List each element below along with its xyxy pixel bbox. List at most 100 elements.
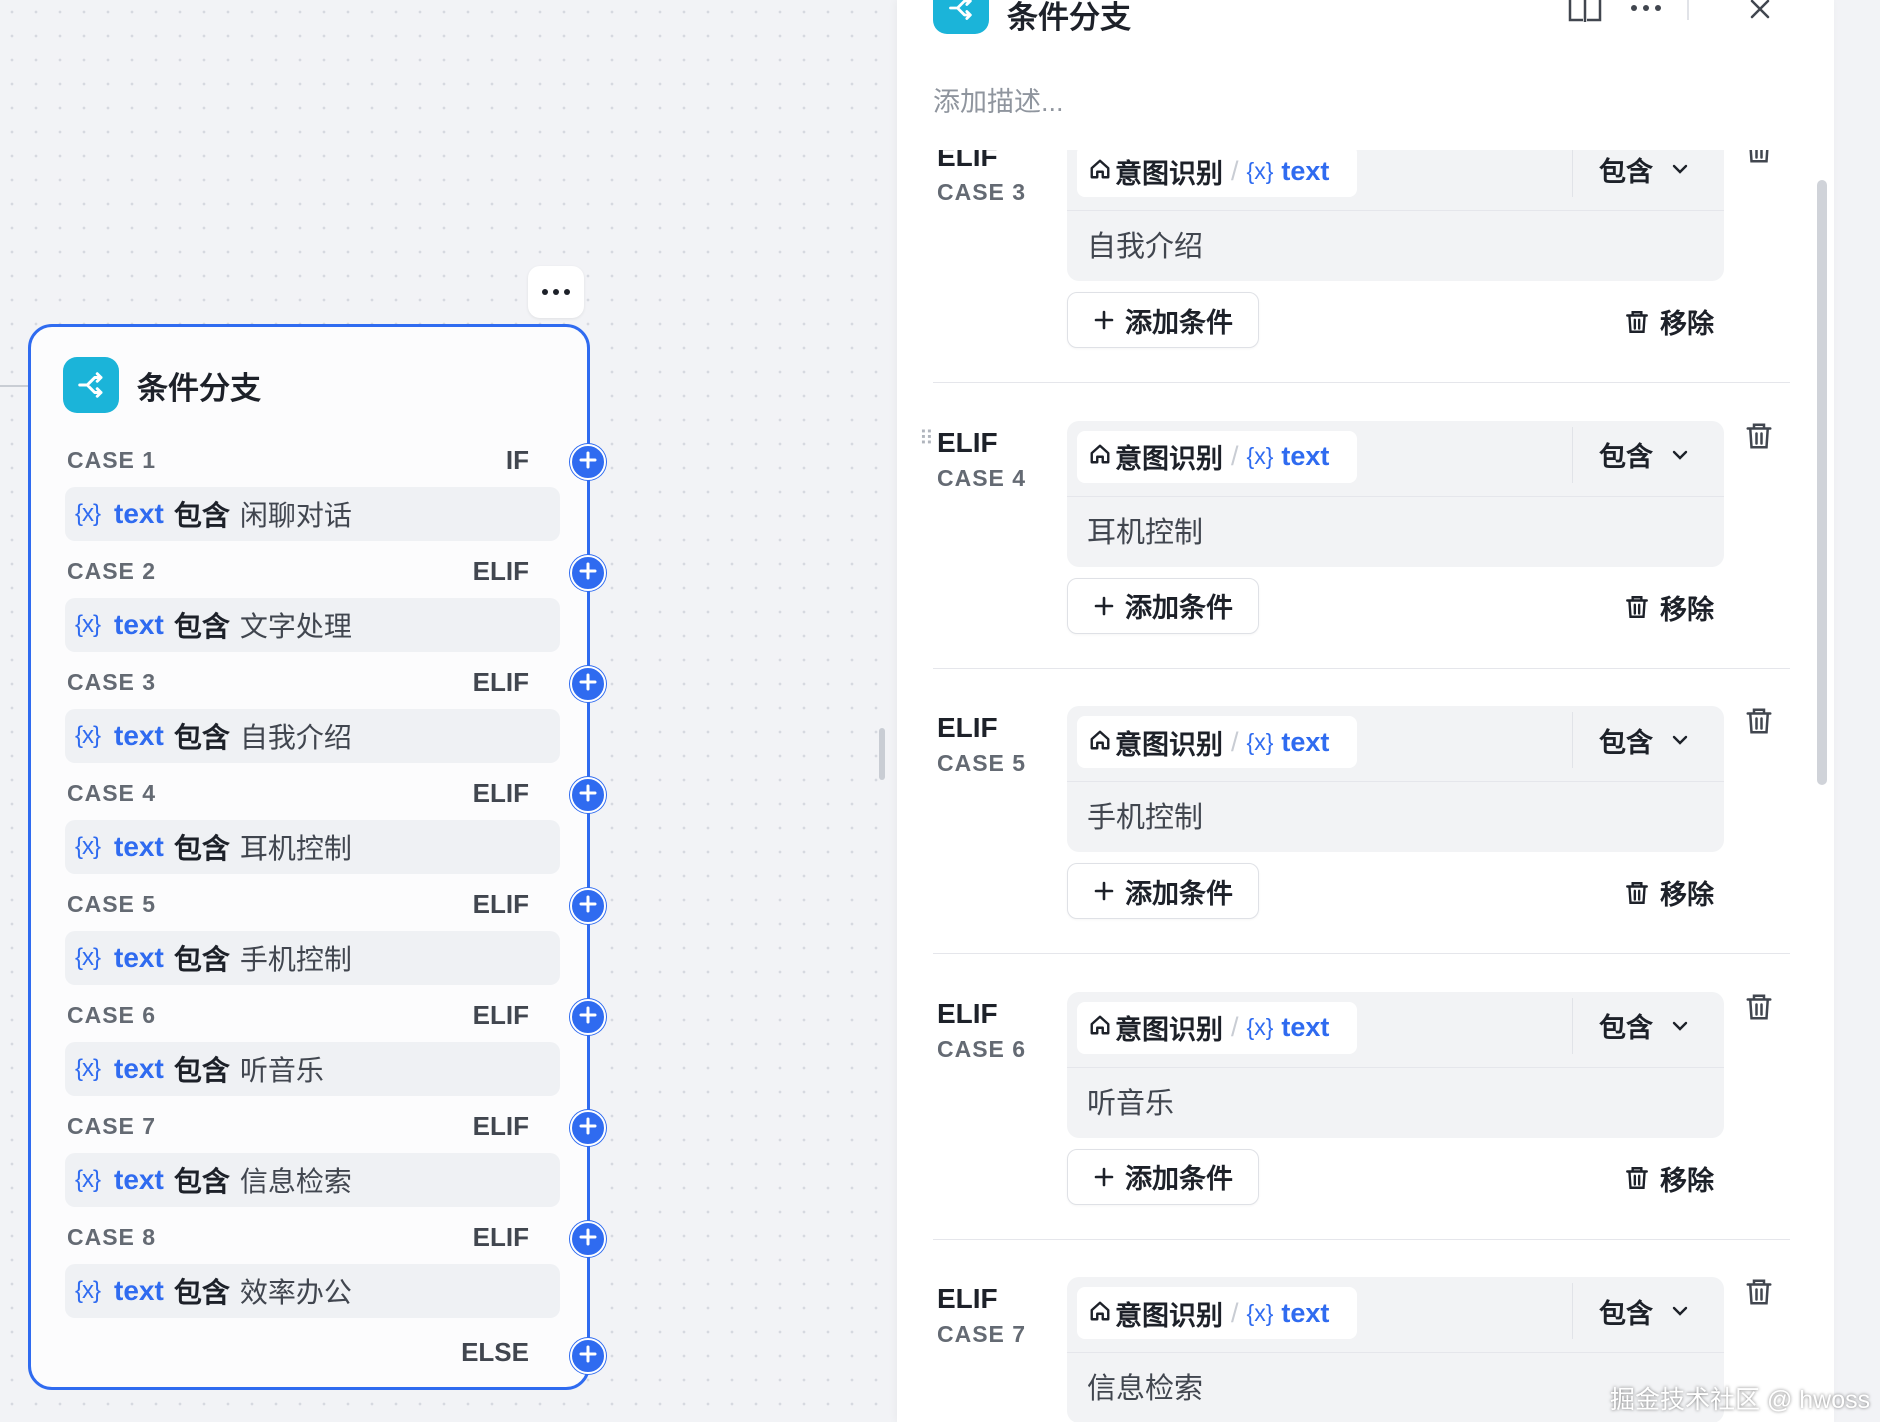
operator-select[interactable]: 包含: [1572, 1283, 1712, 1339]
trash-icon: [1624, 309, 1650, 335]
incoming-edge: [0, 385, 30, 387]
description-input[interactable]: 添加描述...: [933, 80, 1064, 119]
drag-handle[interactable]: ⠿: [919, 429, 934, 449]
remove-case-button[interactable]: 移除: [1624, 588, 1714, 627]
add-condition-label: 添加条件: [1125, 307, 1233, 338]
trash-icon: [1624, 1165, 1650, 1191]
panel-resize-handle[interactable]: [879, 728, 885, 780]
else-label: ELSE: [461, 1337, 529, 1367]
add-condition-label: 添加条件: [1125, 593, 1233, 623]
remove-case-button[interactable]: 移除: [1624, 1159, 1714, 1198]
operator: 包含: [173, 833, 230, 864]
case-label: CASE 1: [67, 447, 157, 473]
operator-select[interactable]: 包含: [1572, 426, 1712, 483]
case-header: CASE 3 ELIF: [67, 663, 537, 703]
source-node-name: 意图识别: [1115, 1015, 1223, 1045]
add-branch-button[interactable]: [570, 1338, 606, 1374]
condition-value-input[interactable]: 耳机控制: [1087, 509, 1203, 551]
more-icon[interactable]: [1630, 0, 1662, 18]
operator: 包含: [173, 944, 230, 975]
card-divider: [1067, 1352, 1724, 1353]
add-branch-button[interactable]: [570, 777, 606, 813]
add-condition-button[interactable]: 添加条件: [1067, 1148, 1259, 1205]
operator: 包含: [173, 500, 230, 531]
condition-summary[interactable]: {x} text 包含 手机控制: [65, 931, 560, 985]
condition-summary[interactable]: {x} text 包含 信息检索: [65, 1153, 560, 1207]
operator-select[interactable]: 包含: [1572, 712, 1712, 768]
add-branch-button[interactable]: [570, 666, 606, 702]
variable-selector[interactable]: 意图识别 / {x} text: [1077, 430, 1357, 483]
remove-case-button[interactable]: 移除: [1624, 873, 1714, 912]
case-label: CASE 4: [937, 464, 1027, 491]
variable-selector[interactable]: 意图识别 / {x} text: [1077, 1001, 1357, 1054]
condition-summary[interactable]: {x} text 包含 自我介绍: [65, 709, 560, 763]
variable-selector[interactable]: 意图识别 / {x} text: [1077, 1287, 1357, 1339]
more-dot-icon: [542, 289, 548, 295]
card-divider: [1067, 210, 1724, 211]
header-divider: [1687, 0, 1689, 20]
case-kind-label: ELIF: [472, 667, 529, 697]
card-divider: [1067, 495, 1724, 497]
condition-summary[interactable]: {x} text 包含 效率办公: [65, 1264, 560, 1318]
close-icon[interactable]: [1749, 0, 1771, 25]
variable-icon: {x}: [75, 1055, 101, 1082]
add-branch-button[interactable]: [570, 1221, 606, 1257]
condition-summary[interactable]: {x} text 包含 听音乐: [65, 1042, 560, 1096]
add-condition-button[interactable]: 添加条件: [1067, 863, 1259, 919]
plus-icon: [579, 1117, 597, 1140]
branch-icon: [933, 0, 989, 34]
remove-label: 移除: [1660, 880, 1714, 910]
node-home-icon: [1089, 156, 1111, 187]
condition-value: 耳机控制: [239, 833, 352, 864]
condition-card: 意图识别 / {x} text 包含耳机控制: [1067, 420, 1724, 567]
chevron-down-icon: [1671, 1020, 1689, 1032]
plus-icon: [579, 895, 597, 918]
scrollbar-thumb[interactable]: [1817, 180, 1827, 785]
variable-icon: {x}: [75, 722, 101, 749]
variable-icon: {x}: [75, 833, 101, 860]
node-more-button[interactable]: [528, 266, 584, 318]
condition-branch-node[interactable]: 条件分支 CASE 1 IF {x} text 包含 闲聊对话 CASE 2 ELIF {x} t…: [28, 324, 590, 1390]
case-kind-label: ELIF: [937, 997, 998, 1029]
trash-icon[interactable]: [1744, 706, 1774, 741]
condition-summary[interactable]: {x} text 包含 文字处理: [65, 598, 560, 652]
condition-value-input[interactable]: 听音乐: [1087, 1080, 1174, 1122]
variable-selector[interactable]: 意图识别 / {x} text: [1077, 145, 1357, 197]
add-branch-button[interactable]: [570, 999, 606, 1035]
add-branch-button[interactable]: [570, 888, 606, 924]
plus-icon: [579, 1228, 597, 1251]
trash-icon: [1624, 594, 1650, 620]
trash-icon[interactable]: [1744, 1277, 1774, 1312]
variable-selector[interactable]: 意图识别 / {x} text: [1077, 716, 1357, 768]
condition-value: 信息检索: [239, 1166, 352, 1197]
remove-label: 移除: [1660, 594, 1714, 625]
add-condition-label: 添加条件: [1125, 878, 1233, 909]
section-divider: [933, 953, 1790, 954]
workflow-canvas[interactable]: 条件分支 CASE 1 IF {x} text 包含 闲聊对话 CASE 2 ELIF {x} t…: [0, 0, 895, 1422]
add-condition-button[interactable]: 添加条件: [1067, 292, 1259, 348]
add-condition-button[interactable]: 添加条件: [1067, 577, 1259, 634]
condition-branch-panel: 条件分支 添加描述... ELIF CASE 3 意图识别 / {x} text 包含 自我介…: [897, 0, 1834, 1422]
variable-icon: {x}: [75, 500, 101, 527]
condition-summary[interactable]: {x} text 包含 闲聊对话: [65, 487, 560, 541]
operator-value: 包含: [1599, 442, 1653, 472]
plus-icon: [579, 673, 597, 696]
trash-icon[interactable]: [1744, 421, 1774, 456]
condition-value-input[interactable]: 手机控制: [1087, 794, 1203, 836]
add-branch-button[interactable]: [570, 555, 606, 591]
remove-case-button[interactable]: 移除: [1624, 302, 1714, 341]
trash-icon[interactable]: [1744, 992, 1774, 1027]
condition-summary[interactable]: {x} text 包含 耳机控制: [65, 820, 560, 874]
operator: 包含: [173, 722, 230, 753]
book-icon[interactable]: [1567, 0, 1603, 29]
operator-select[interactable]: 包含: [1572, 997, 1712, 1054]
condition-value-input[interactable]: 自我介绍: [1087, 223, 1203, 265]
chevron-down-icon: [1671, 163, 1689, 175]
case-kind-label: ELIF: [937, 1283, 998, 1314]
condition-value-input[interactable]: 信息检索: [1087, 1365, 1203, 1407]
add-branch-button[interactable]: [570, 444, 606, 480]
case-kind-label: ELIF: [472, 1222, 529, 1252]
case-header: CASE 1 IF: [67, 441, 537, 481]
add-branch-button[interactable]: [570, 1110, 606, 1146]
case-header: CASE 8 ELIF: [67, 1218, 537, 1258]
